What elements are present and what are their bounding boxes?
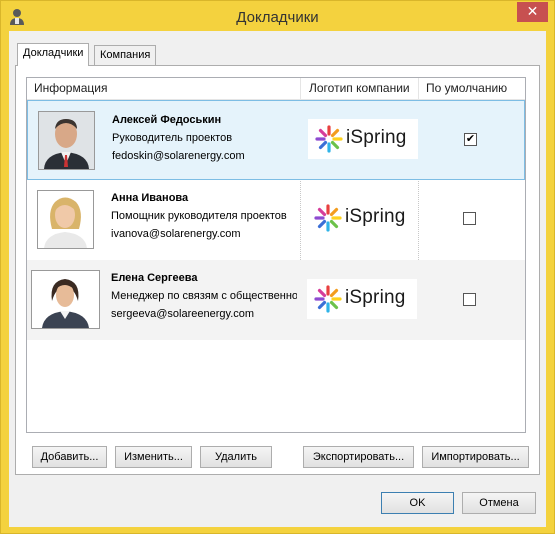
company-logo: iSpring xyxy=(307,279,417,319)
speakers-list[interactable]: Информация Логотип компании По умолчанию xyxy=(26,77,526,433)
speaker-name: Анна Иванова xyxy=(111,192,189,204)
window-title: Докладчики xyxy=(236,9,319,26)
default-checkbox[interactable] xyxy=(463,293,476,306)
default-checkbox[interactable] xyxy=(463,212,476,225)
column-header-logo[interactable]: Логотип компании xyxy=(309,78,410,100)
company-logo: iSpring xyxy=(308,119,418,159)
table-row[interactable]: Алексей Федоськин Руководитель проектов … xyxy=(27,100,525,180)
cancel-button[interactable]: Отмена xyxy=(462,492,536,514)
avatar xyxy=(31,270,100,329)
speaker-email: fedoskin@solarenergy.com xyxy=(112,150,245,162)
speaker-role: Помощник руководителя проектов xyxy=(111,210,287,222)
delete-button[interactable]: Удалить xyxy=(200,446,272,468)
logo-text: iSpring xyxy=(345,287,406,308)
tab-speakers[interactable]: Докладчики xyxy=(17,43,90,66)
import-button[interactable]: Импортировать... xyxy=(422,446,529,468)
speakers-dialog: Докладчики ✕ Докладчики Компания Информа… xyxy=(0,0,555,534)
ispring-burst-icon xyxy=(315,125,343,153)
tab-company[interactable]: Компания xyxy=(94,45,157,65)
speaker-role: Менеджер по связям с общественностью xyxy=(111,290,297,302)
column-header-info[interactable]: Информация xyxy=(34,78,107,100)
dialog-body: Докладчики Компания Информация Логотип к… xyxy=(9,31,546,527)
column-header-default[interactable]: По умолчанию xyxy=(426,78,507,100)
ok-button[interactable]: OK xyxy=(381,492,454,514)
column-divider[interactable] xyxy=(418,78,419,100)
edit-button[interactable]: Изменить... xyxy=(115,446,192,468)
column-divider[interactable] xyxy=(300,78,301,100)
speaker-role: Руководитель проектов xyxy=(112,132,233,144)
speaker-name: Алексей Федоськин xyxy=(112,114,222,126)
ispring-burst-icon xyxy=(314,204,342,232)
speaker-name: Елена Сергеева xyxy=(111,272,198,284)
title-bar: Докладчики ✕ xyxy=(1,1,554,35)
table-row[interactable]: Елена Сергеева Менеджер по связям с обще… xyxy=(27,260,525,340)
export-button[interactable]: Экспортировать... xyxy=(303,446,414,468)
avatar xyxy=(38,111,95,170)
speaker-email: ivanova@solarenergy.com xyxy=(111,228,241,240)
company-logo: iSpring xyxy=(307,198,417,238)
close-button[interactable]: ✕ xyxy=(517,2,548,22)
speaker-email: sergeeva@solareenergy.com xyxy=(111,308,255,320)
default-checkbox[interactable]: ✔ xyxy=(464,133,477,146)
list-header: Информация Логотип компании По умолчанию xyxy=(27,78,525,100)
logo-text: iSpring xyxy=(346,127,407,148)
table-row[interactable]: Анна Иванова Помощник руководителя проек… xyxy=(27,180,525,260)
logo-text: iSpring xyxy=(345,206,406,227)
add-button[interactable]: Добавить... xyxy=(32,446,107,468)
avatar xyxy=(37,190,94,249)
ispring-burst-icon xyxy=(314,285,342,313)
